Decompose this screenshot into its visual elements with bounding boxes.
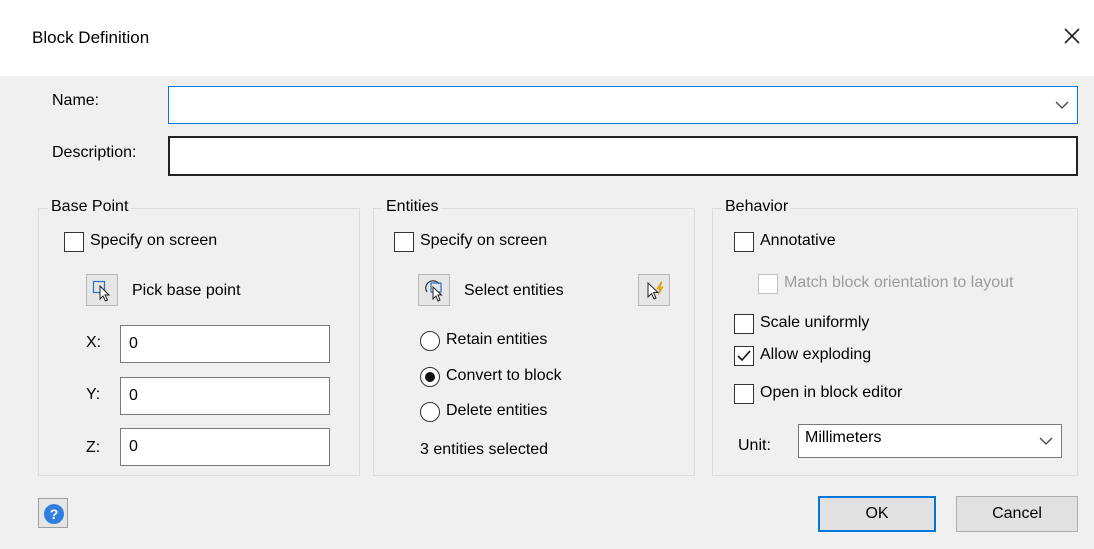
radio-selected-dot (425, 372, 435, 382)
pick-base-point-button[interactable] (86, 274, 118, 306)
annotative-checkbox[interactable] (734, 232, 754, 252)
help-icon: ? (44, 504, 64, 524)
entities-specify-checkbox[interactable] (394, 232, 414, 252)
convert-to-block-radio[interactable] (420, 367, 440, 387)
annotative-label: Annotative (760, 232, 836, 249)
y-input[interactable]: 0 (120, 377, 330, 415)
match-orientation-label: Match block orientation to layout (784, 274, 1014, 291)
x-input[interactable]: 0 (120, 325, 330, 363)
z-input[interactable]: 0 (120, 428, 330, 466)
entities-title: Entities (383, 198, 442, 216)
select-entities-icon (425, 280, 443, 302)
chevron-down-icon[interactable] (1055, 100, 1069, 110)
base-specify-label: Specify on screen (90, 232, 218, 249)
name-combobox[interactable] (168, 86, 1078, 124)
description-input[interactable] (168, 136, 1078, 176)
open-in-editor-checkbox[interactable] (734, 384, 754, 404)
y-label: Y: (86, 386, 101, 403)
close-icon[interactable] (1058, 22, 1086, 50)
x-value: 0 (129, 335, 138, 352)
description-label: Description: (52, 144, 137, 161)
name-label: Name: (52, 92, 100, 109)
allow-exploding-label: Allow exploding (760, 346, 872, 363)
open-in-editor-label: Open in block editor (760, 384, 903, 401)
delete-entities-label: Delete entities (446, 402, 548, 419)
pick-base-point-label: Pick base point (132, 282, 241, 299)
quick-select-button[interactable] (638, 274, 670, 306)
base-point-title: Base Point (48, 198, 132, 216)
match-orientation-checkbox[interactable] (758, 274, 778, 294)
ok-label: OK (865, 505, 889, 522)
cancel-label: Cancel (992, 505, 1042, 522)
base-specify-checkbox[interactable] (64, 232, 84, 252)
scale-uniformly-checkbox[interactable] (734, 314, 754, 334)
x-label: X: (86, 334, 102, 351)
retain-entities-radio[interactable] (420, 331, 440, 351)
unit-label: Unit: (738, 437, 771, 454)
quick-select-icon (647, 281, 664, 300)
ok-button[interactable]: OK (818, 496, 936, 532)
delete-entities-radio[interactable] (420, 402, 440, 422)
behavior-title: Behavior (722, 198, 792, 216)
pick-point-icon (92, 280, 111, 302)
cancel-button[interactable]: Cancel (956, 496, 1078, 532)
select-entities-button[interactable] (418, 274, 450, 306)
entities-count: 3 entities selected (420, 441, 549, 458)
retain-entities-label: Retain entities (446, 331, 548, 348)
z-label: Z: (86, 439, 101, 456)
select-entities-label: Select entities (464, 282, 564, 299)
scale-uniformly-label: Scale uniformly (760, 314, 870, 331)
dialog-title: Block Definition (32, 28, 150, 47)
unit-select[interactable]: Millimeters (798, 424, 1062, 458)
help-button[interactable]: ? (38, 498, 68, 528)
chevron-down-icon (1039, 437, 1053, 445)
title-bar: Block Definition (0, 0, 1094, 76)
entities-specify-label: Specify on screen (420, 232, 548, 249)
checkmark-icon (737, 350, 751, 362)
allow-exploding-checkbox[interactable] (734, 346, 754, 366)
unit-value: Millimeters (805, 429, 882, 446)
y-value: 0 (129, 387, 138, 404)
convert-to-block-label: Convert to block (446, 367, 562, 384)
z-value: 0 (129, 438, 138, 455)
